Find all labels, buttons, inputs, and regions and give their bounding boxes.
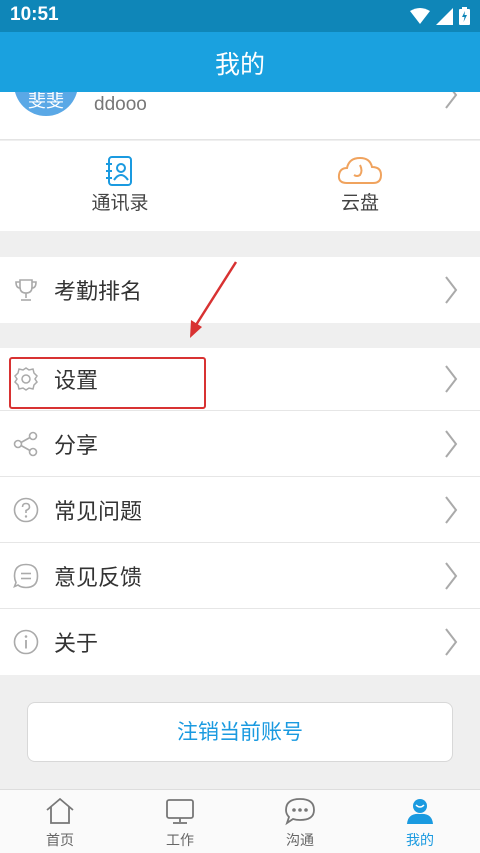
logout-button[interactable]: 注销当前账号 xyxy=(27,702,453,762)
menu-item-label: 考勤排名 xyxy=(54,280,143,305)
cloud-icon xyxy=(337,156,383,184)
question-icon xyxy=(13,497,39,522)
me-icon xyxy=(407,799,433,824)
menu-item-label: 意见反馈 xyxy=(54,565,143,591)
menu-item-about[interactable]: 关于 xyxy=(0,609,480,675)
work-icon xyxy=(166,799,194,824)
menu-item-label: 关于 xyxy=(54,632,99,657)
quick-link-contacts[interactable]: 通讯录 xyxy=(0,141,240,231)
quick-links: 通讯录 云盘 xyxy=(0,141,480,231)
home-icon xyxy=(46,797,74,824)
chevron-right-icon xyxy=(445,276,458,304)
profile-card[interactable]: 斐斐 ddooo xyxy=(0,92,480,140)
nav-tab-me[interactable]: 我的 xyxy=(360,790,480,853)
quick-link-label: 通讯录 xyxy=(91,192,149,214)
status-bar: 10:51 xyxy=(0,0,480,32)
menu-item-share[interactable]: 分享 xyxy=(0,411,480,477)
chevron-right-icon xyxy=(445,495,458,524)
wifi-icon xyxy=(410,7,430,24)
avatar[interactable]: 斐斐 xyxy=(14,92,78,116)
info-icon xyxy=(13,629,39,655)
username: ddooo xyxy=(94,94,147,115)
quick-link-cloud[interactable]: 云盘 xyxy=(240,141,480,231)
nav-tab-label: 我的 xyxy=(406,833,434,849)
chevron-right-icon xyxy=(445,92,458,109)
chat-icon xyxy=(285,798,315,826)
status-icons xyxy=(410,7,470,25)
feedback-icon xyxy=(13,563,39,588)
nav-tab-label: 沟通 xyxy=(286,833,314,849)
chevron-right-icon xyxy=(445,365,458,393)
bottom-nav: 首页 工作 沟通 我的 xyxy=(0,789,480,853)
chevron-right-icon xyxy=(445,429,458,458)
nav-tab-chat[interactable]: 沟通 xyxy=(240,790,360,853)
page-title: 我的 xyxy=(214,50,265,79)
menu-item-label: 分享 xyxy=(54,433,99,459)
menu-item-feedback[interactable]: 意见反馈 xyxy=(0,543,480,609)
battery-icon xyxy=(459,7,470,25)
share-icon xyxy=(13,431,38,456)
menu-item-faq[interactable]: 常见问题 xyxy=(0,477,480,543)
annotation-highlight-box xyxy=(9,357,206,409)
trophy-icon xyxy=(15,279,37,301)
menu-group-ranking: 考勤排名 xyxy=(0,257,480,323)
nav-tab-work[interactable]: 工作 xyxy=(120,790,240,853)
quick-link-label: 云盘 xyxy=(340,192,379,214)
menu-item-attendance-ranking[interactable]: 考勤排名 xyxy=(0,257,480,323)
nav-tab-label: 首页 xyxy=(46,833,74,849)
nav-tab-home[interactable]: 首页 xyxy=(0,790,120,853)
contacts-icon xyxy=(106,156,132,186)
chevron-right-icon xyxy=(445,561,458,590)
menu-item-label: 常见问题 xyxy=(54,499,143,525)
nav-tab-label: 工作 xyxy=(166,833,194,849)
signal-icon xyxy=(436,7,453,25)
chevron-right-icon xyxy=(445,628,458,656)
app-bar: 我的 xyxy=(0,32,480,92)
status-time: 10:51 xyxy=(10,4,59,25)
